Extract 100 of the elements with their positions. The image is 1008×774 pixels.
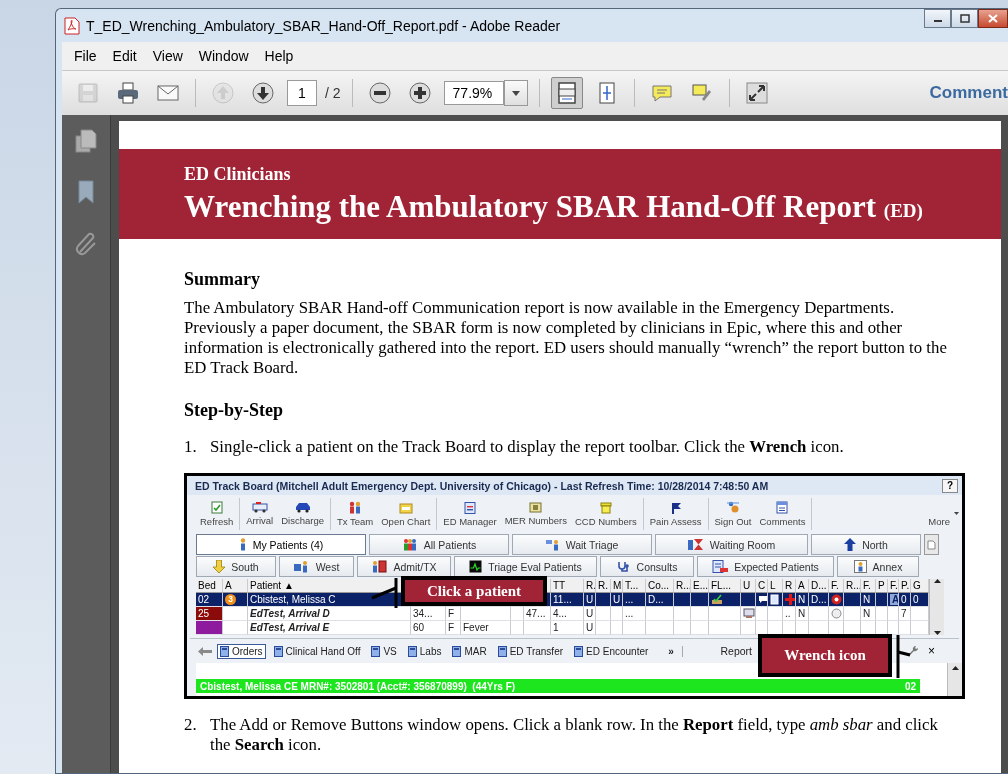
monitor-icon [743, 608, 755, 619]
speech-bubble-icon [758, 595, 767, 604]
tab[interactable]: West [279, 556, 354, 577]
toolbar-button[interactable]: ED Manager [443, 501, 497, 527]
table-cell: U [584, 593, 596, 607]
section-heading: Summary [184, 269, 261, 290]
clipboard-icon [464, 501, 477, 514]
table-row[interactable]: 25 EdTest, Arrival D 34... F 47... 4... U ... .. N N 7 [196, 607, 929, 621]
monitor-icon [469, 560, 483, 573]
step-number: 1. [184, 437, 198, 457]
menu-item[interactable]: Window [190, 44, 257, 68]
report-button[interactable]: Orders [217, 643, 266, 659]
tab[interactable]: Wait Triage [512, 534, 652, 555]
report-button[interactable]: MAR [449, 643, 490, 659]
close-button[interactable] [978, 9, 1008, 28]
table-cell: D... [646, 593, 674, 607]
report-button[interactable]: VS [368, 643, 400, 659]
form-icon [574, 645, 584, 657]
page-number-field[interactable]: 1 [287, 80, 317, 106]
bed-number: 02 [904, 680, 916, 692]
form-icon [220, 645, 229, 657]
document-icon [770, 594, 779, 605]
form-icon [407, 645, 417, 657]
table-cell: .. [783, 607, 796, 621]
table-cell: 0 [899, 593, 911, 607]
tab[interactable]: Admit/TX [357, 556, 451, 577]
menu-item[interactable]: File [66, 44, 105, 68]
tab[interactable]: My Patients (4) [196, 534, 366, 555]
tab[interactable]: Waiting Room [655, 534, 808, 555]
list-icon [712, 560, 729, 573]
restore-button[interactable] [951, 9, 978, 28]
table-cell: 1 [551, 621, 584, 635]
panel-button[interactable] [924, 534, 939, 555]
report-button[interactable]: ED Transfer [494, 643, 567, 659]
step-text: The Add or Remove Buttons window opens. Click a blank row. In the Report field, type amb sbar and click the Search icon. [210, 715, 939, 755]
table-cell: F [446, 621, 461, 635]
patient-info: Cbistest, Melissa CE MRN#: 3502801 (Acct#: 356870899) (44Yrs F) [200, 680, 516, 692]
menu-item[interactable]: Edit [104, 44, 145, 68]
report-button[interactable]: ED Encounter [571, 643, 652, 659]
zoom-field[interactable]: 77.9% [443, 81, 504, 105]
report-label: Report [720, 645, 752, 657]
tab[interactable]: Annex [837, 556, 919, 577]
minimize-button[interactable] [924, 9, 951, 28]
door-icon [371, 560, 388, 573]
zoom-out-icon [367, 81, 392, 105]
close-icon [988, 14, 998, 23]
tab[interactable]: All Patients [369, 534, 509, 555]
close-button[interactable]: × [928, 644, 935, 658]
toolbar-button[interactable]: Arrival [246, 502, 274, 526]
flag-icon [669, 501, 682, 514]
toolbar-button[interactable]: Sign Out [714, 501, 752, 527]
toolbar-button[interactable]: Tx Team [336, 501, 374, 527]
scrollbar[interactable] [929, 579, 944, 635]
toolbar-button[interactable]: Discharge [281, 502, 324, 526]
stethoscope-icon [616, 560, 631, 573]
wrench-icon [907, 645, 919, 657]
page-icon [210, 501, 223, 514]
table-cell: 25 [196, 607, 223, 621]
tab[interactable]: South [196, 556, 276, 577]
scroll-down-icon [933, 631, 941, 635]
notepad-icon [776, 501, 789, 514]
page-icon [927, 539, 936, 550]
page-count: / 2 [325, 85, 341, 101]
toolbar-button[interactable]: Open Chart [381, 501, 431, 527]
table-cell: U [611, 593, 623, 607]
help-button[interactable]: ? [942, 478, 958, 493]
overflow-chevron[interactable]: » [668, 645, 683, 657]
person-icon [853, 560, 867, 573]
scroll-up-icon [933, 579, 941, 583]
card-icon [529, 502, 543, 513]
circle-icon [831, 608, 842, 619]
table-cell: N [861, 593, 876, 607]
report-button[interactable]: Labs [404, 643, 445, 659]
tab[interactable]: North [811, 534, 921, 555]
ambulance-icon [251, 502, 268, 513]
toolbar-button[interactable]: MER Numbers [504, 502, 567, 526]
tab[interactable]: Expected Patients [697, 556, 834, 577]
toolbar-button[interactable]: Refresh [200, 501, 234, 527]
toolbar-button[interactable]: Pain Assess [649, 501, 702, 527]
tab[interactable]: Triage Eval Patients [454, 556, 597, 577]
table-cell: N [861, 607, 876, 621]
scrollbar[interactable] [947, 663, 962, 696]
report-button[interactable]: Clinical Hand Off [270, 643, 364, 659]
car-icon [294, 502, 311, 513]
table-cell: ... [623, 607, 646, 621]
table-cell: 4... [551, 607, 584, 621]
table-cell: ... [623, 593, 646, 607]
tab[interactable]: Consults [600, 556, 694, 577]
menu-item[interactable]: View [144, 44, 191, 68]
comment-link[interactable]: Comment [929, 83, 1008, 103]
page-down-icon [251, 81, 275, 105]
fit-page-button[interactable] [550, 77, 583, 109]
toolbar-button[interactable]: Comments [759, 501, 806, 527]
table-cell: Fever [461, 621, 511, 635]
zoom-dropdown[interactable] [503, 80, 528, 106]
more-button[interactable]: More [928, 516, 950, 527]
table-cell: EdTest, Arrival D [248, 607, 411, 621]
menu-item[interactable]: Help [256, 44, 302, 68]
table-cell: F [446, 607, 461, 621]
toolbar-button[interactable]: CCD Numbers [575, 501, 637, 527]
